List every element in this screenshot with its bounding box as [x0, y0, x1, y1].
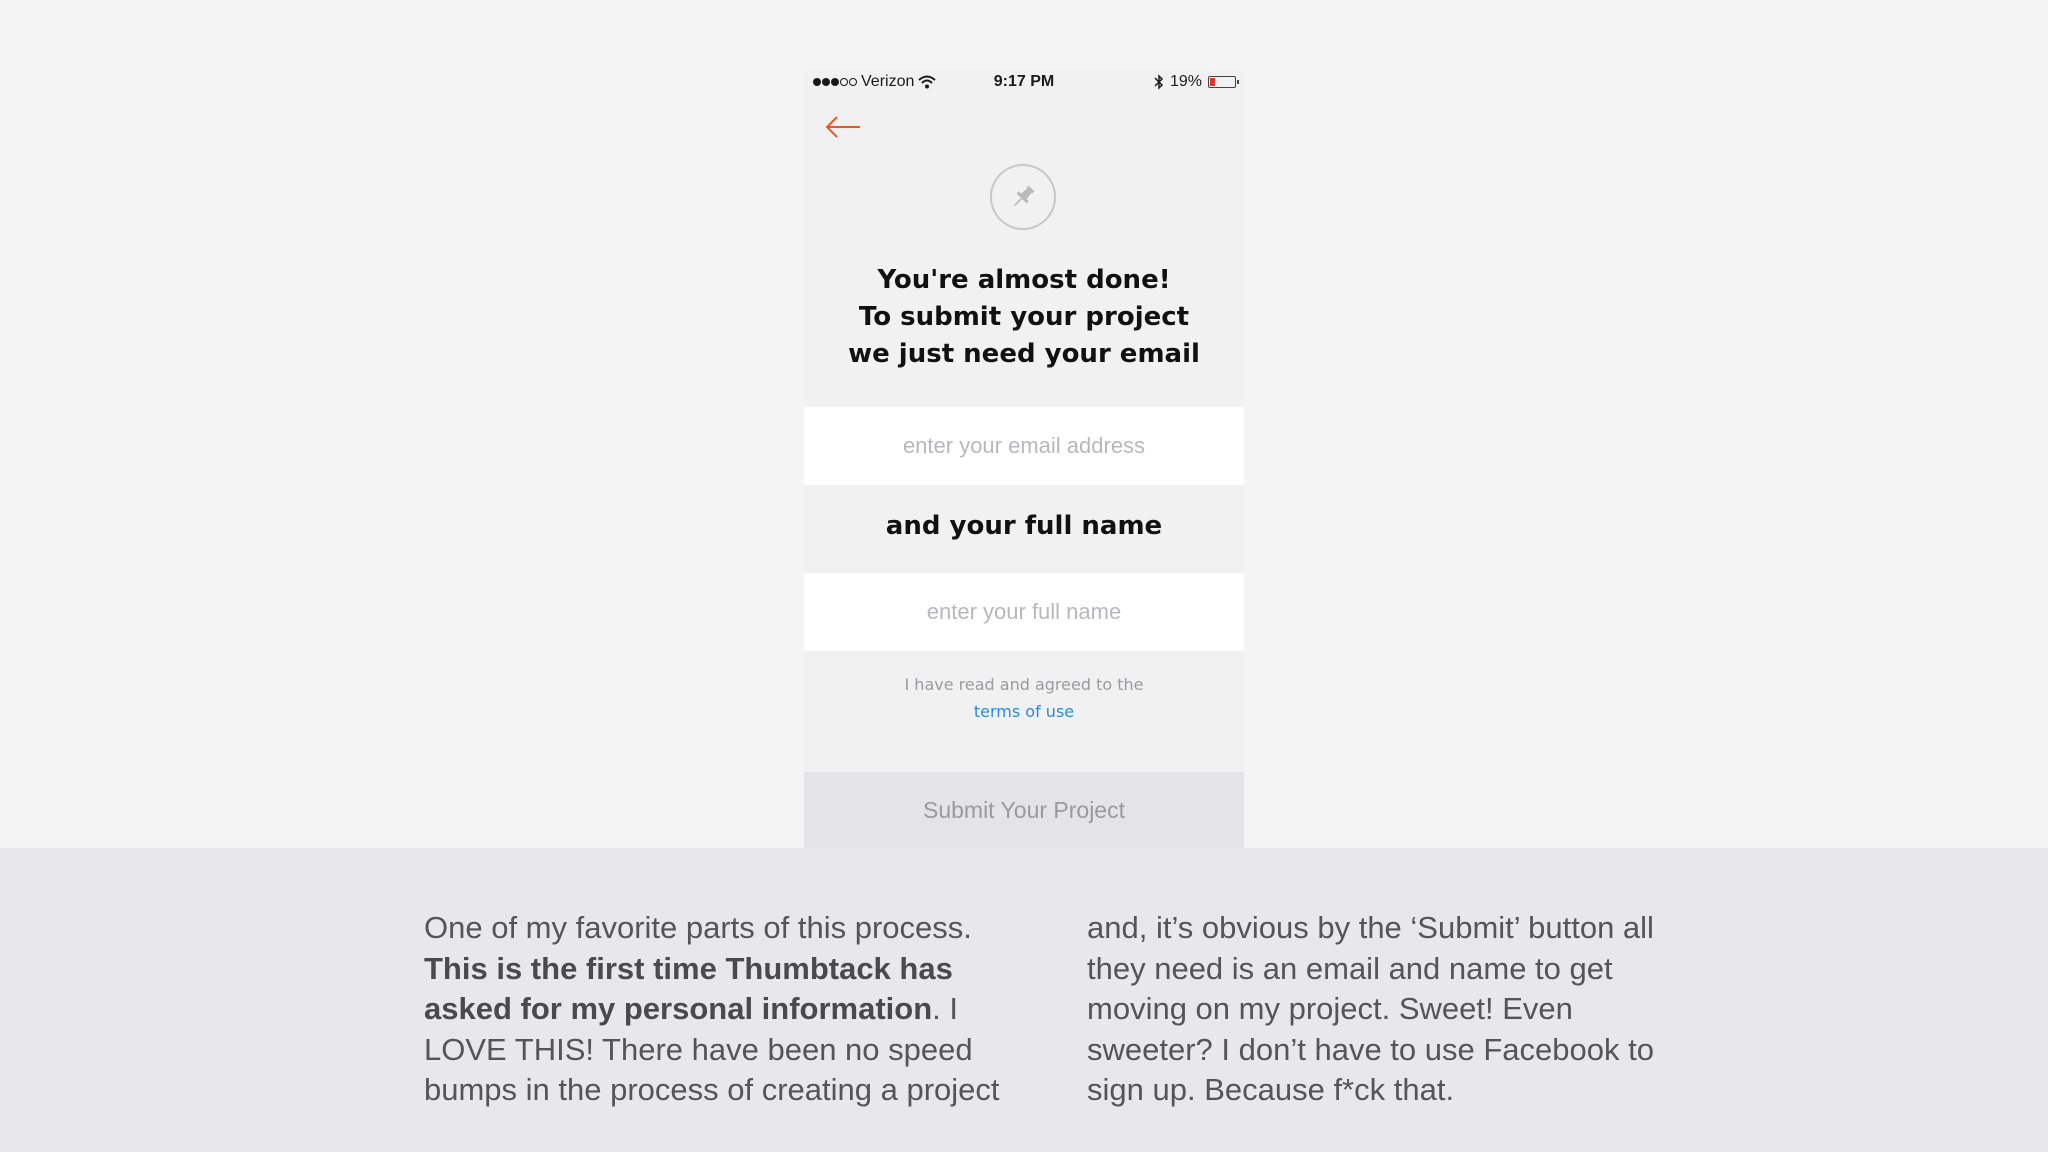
- bluetooth-icon: [1154, 74, 1164, 90]
- back-button[interactable]: [824, 114, 862, 140]
- submit-project-button[interactable]: Submit Your Project: [804, 772, 1244, 848]
- caption-left-bold: This is the first time Thumbtack has ask…: [424, 950, 953, 1027]
- terms-text: I have read and agreed to the: [904, 675, 1144, 694]
- battery-icon: [1208, 76, 1239, 88]
- caption-left: One of my favorite parts of this process…: [424, 908, 1024, 1111]
- caption-right: and, it’s obvious by the ‘Submit’ button…: [1087, 910, 1654, 1107]
- caption-band: One of my favorite parts of this process…: [0, 848, 2048, 1152]
- arrow-left-icon: [825, 116, 860, 138]
- heading-line: You're almost done!: [877, 265, 1171, 295]
- hero-badge: [990, 164, 1056, 230]
- caption-left-intro: One of my favorite parts of this process…: [424, 910, 972, 945]
- heading-line: we just need your email: [848, 339, 1200, 369]
- battery-percent: 19%: [1169, 73, 1202, 90]
- status-right: 19%: [1154, 73, 1239, 91]
- email-field[interactable]: [804, 407, 1244, 485]
- pushpin-icon: [1013, 185, 1035, 207]
- terms-of-use-link[interactable]: terms of use: [974, 698, 1074, 725]
- terms-notice: I have read and agreed to the terms of u…: [804, 671, 1244, 725]
- full-name-field[interactable]: [804, 573, 1244, 651]
- status-bar: Verizon 9:17 PM 19%: [804, 70, 1244, 94]
- name-heading: and your full name: [885, 511, 1163, 541]
- phone-screen: Verizon 9:17 PM 19% You're almost done! …: [804, 70, 1244, 848]
- heading-line: To submit your project: [858, 302, 1190, 332]
- page-heading: You're almost done! To submit your proje…: [804, 262, 1244, 373]
